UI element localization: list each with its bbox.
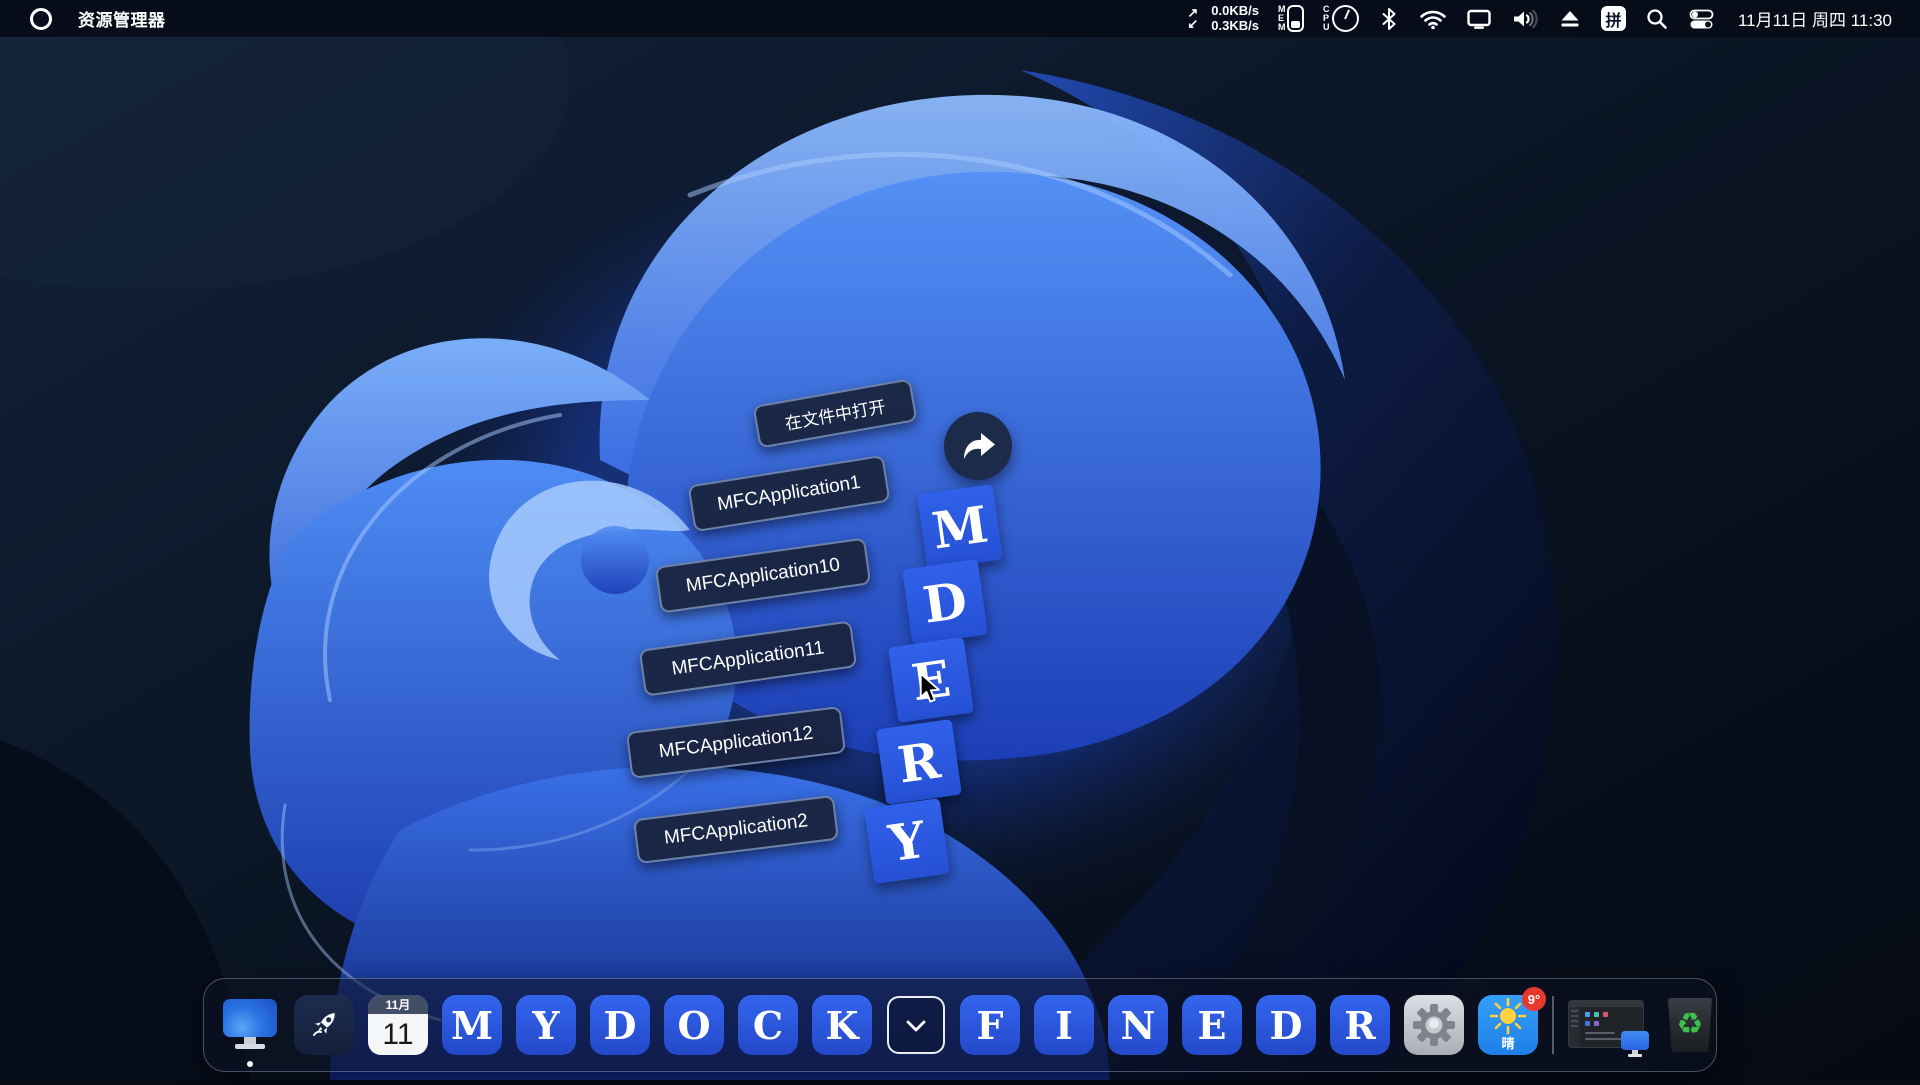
bluetooth-icon[interactable] xyxy=(1378,7,1400,31)
rocket-icon xyxy=(294,995,354,1055)
cpu-monitor[interactable]: CPU xyxy=(1323,5,1359,32)
share-arrow-icon xyxy=(964,433,995,459)
dock-item-weather[interactable]: 晴 9° xyxy=(1478,987,1546,1055)
clock-datetime[interactable]: 11月11日 周四 11:30 xyxy=(1738,6,1892,31)
stack-app-icon[interactable]: Y xyxy=(864,798,950,884)
dock-item-letter-r[interactable]: R xyxy=(1330,995,1390,1055)
dock-item-launchpad[interactable] xyxy=(294,995,354,1055)
gear-icon xyxy=(1404,995,1464,1055)
network-traffic-icon[interactable]: ↗ ↙ xyxy=(1187,6,1199,31)
cpu-gauge-icon xyxy=(1331,5,1359,32)
open-in-files-button[interactable] xyxy=(944,412,1012,480)
letter-app-icon: D xyxy=(1256,995,1316,1055)
letter-app-icon: I xyxy=(1034,995,1094,1055)
recycle-bin-icon: ♻ xyxy=(1667,998,1713,1052)
letter-app-icon: F xyxy=(960,995,1020,1055)
chevron-down-icon xyxy=(887,996,945,1054)
download-speed: 0.3KB/s xyxy=(1211,17,1259,33)
running-indicator-dot xyxy=(247,1061,253,1067)
weather-icon: 晴 9° xyxy=(1478,987,1546,1055)
dock-item-letter-f[interactable]: F xyxy=(960,995,1020,1055)
stack-app-icon[interactable]: R xyxy=(876,719,962,805)
calendar-month: 11月 xyxy=(368,995,428,1014)
dock-item-window-preview[interactable] xyxy=(1568,995,1649,1057)
menu-bar: 资源管理器 ↗ ↙ 0.0KB/s 0.3KB/s MEM CPU 拼 11月1… xyxy=(0,0,1920,37)
system-menu-icon[interactable] xyxy=(30,7,52,30)
active-app-title[interactable]: 资源管理器 xyxy=(78,6,166,31)
dock-item-recycle-bin[interactable]: ♻ xyxy=(1660,995,1720,1055)
dock-item-letter-d[interactable]: D xyxy=(590,995,650,1055)
memory-monitor[interactable]: MEM xyxy=(1278,5,1304,32)
dock-item-calendar[interactable]: 11月 11 xyxy=(368,995,428,1055)
stack-app-icon[interactable]: D xyxy=(902,559,988,645)
dock-item-letter-o[interactable]: O xyxy=(664,995,724,1055)
dock-item-letter-k[interactable]: K xyxy=(812,995,872,1055)
letter-app-icon: R xyxy=(1330,995,1390,1055)
dock-item-computer[interactable] xyxy=(220,995,280,1067)
dock-item-letter-n[interactable]: N xyxy=(1108,995,1168,1055)
control-center-icon[interactable] xyxy=(1688,7,1715,31)
calendar-icon: 11月 11 xyxy=(368,995,428,1055)
letter-app-icon: M xyxy=(442,995,502,1055)
download-arrow-icon: ↙ xyxy=(1187,15,1199,31)
stack-item-label: MFCApplication11 xyxy=(638,620,858,697)
stack-item-label: MFCApplication1 xyxy=(687,454,891,533)
memory-gauge-icon xyxy=(1286,5,1304,32)
stack-app-icon[interactable]: M xyxy=(917,484,1003,570)
eject-icon[interactable] xyxy=(1558,7,1582,31)
letter-app-icon: D xyxy=(590,995,650,1055)
open-in-files-tooltip: 在文件中打开 xyxy=(752,378,918,449)
display-icon[interactable] xyxy=(1466,7,1492,31)
dock-item-letter-c[interactable]: C xyxy=(738,995,798,1055)
letter-app-icon: K xyxy=(812,995,872,1055)
letter-app-icon: O xyxy=(664,995,724,1055)
dock-item-letter-y[interactable]: Y xyxy=(516,995,576,1055)
dock: 11月 11 M Y D O C K F I N E D R 晴 9° ♻ xyxy=(203,978,1717,1072)
letter-app-icon: C xyxy=(738,995,798,1055)
recycle-symbol: ♻ xyxy=(1676,1007,1704,1042)
cpu-label: CPU xyxy=(1322,4,1330,32)
stack-item-label: MFCApplication2 xyxy=(633,794,839,865)
letter-app-icon: E xyxy=(1182,995,1242,1055)
wifi-icon[interactable] xyxy=(1419,7,1447,31)
calendar-day: 11 xyxy=(382,1017,414,1051)
computer-icon xyxy=(220,995,280,1055)
network-speeds[interactable]: 0.0KB/s 0.3KB/s xyxy=(1211,3,1259,33)
mem-label: MEM xyxy=(1277,4,1286,32)
input-method-icon[interactable]: 拼 xyxy=(1600,6,1626,31)
letter-app-icon: Y xyxy=(516,995,576,1055)
upload-speed: 0.0KB/s xyxy=(1211,3,1259,19)
dock-item-letter-d2[interactable]: D xyxy=(1256,995,1316,1055)
weather-temp-badge: 9° xyxy=(1522,987,1546,1011)
dock-item-expand-stack[interactable] xyxy=(886,995,946,1055)
preview-app-icon xyxy=(1620,1031,1650,1059)
weather-condition: 晴 xyxy=(1501,1036,1515,1051)
dock-stack-fan: 在文件中打开 MFCApplication1 MFCApplication10 … xyxy=(0,0,1920,1080)
dock-item-settings[interactable] xyxy=(1404,995,1464,1055)
dock-item-letter-e[interactable]: E xyxy=(1182,995,1242,1055)
volume-icon[interactable] xyxy=(1511,7,1539,31)
mouse-cursor xyxy=(919,672,940,703)
stack-item-label: MFCApplication12 xyxy=(625,706,847,779)
letter-app-icon: N xyxy=(1108,995,1168,1055)
dock-separator xyxy=(1552,996,1554,1054)
dock-item-letter-i[interactable]: I xyxy=(1034,995,1094,1055)
dock-item-letter-m[interactable]: M xyxy=(442,995,502,1055)
stack-item-label: MFCApplication10 xyxy=(654,537,872,614)
search-icon[interactable] xyxy=(1645,7,1669,31)
